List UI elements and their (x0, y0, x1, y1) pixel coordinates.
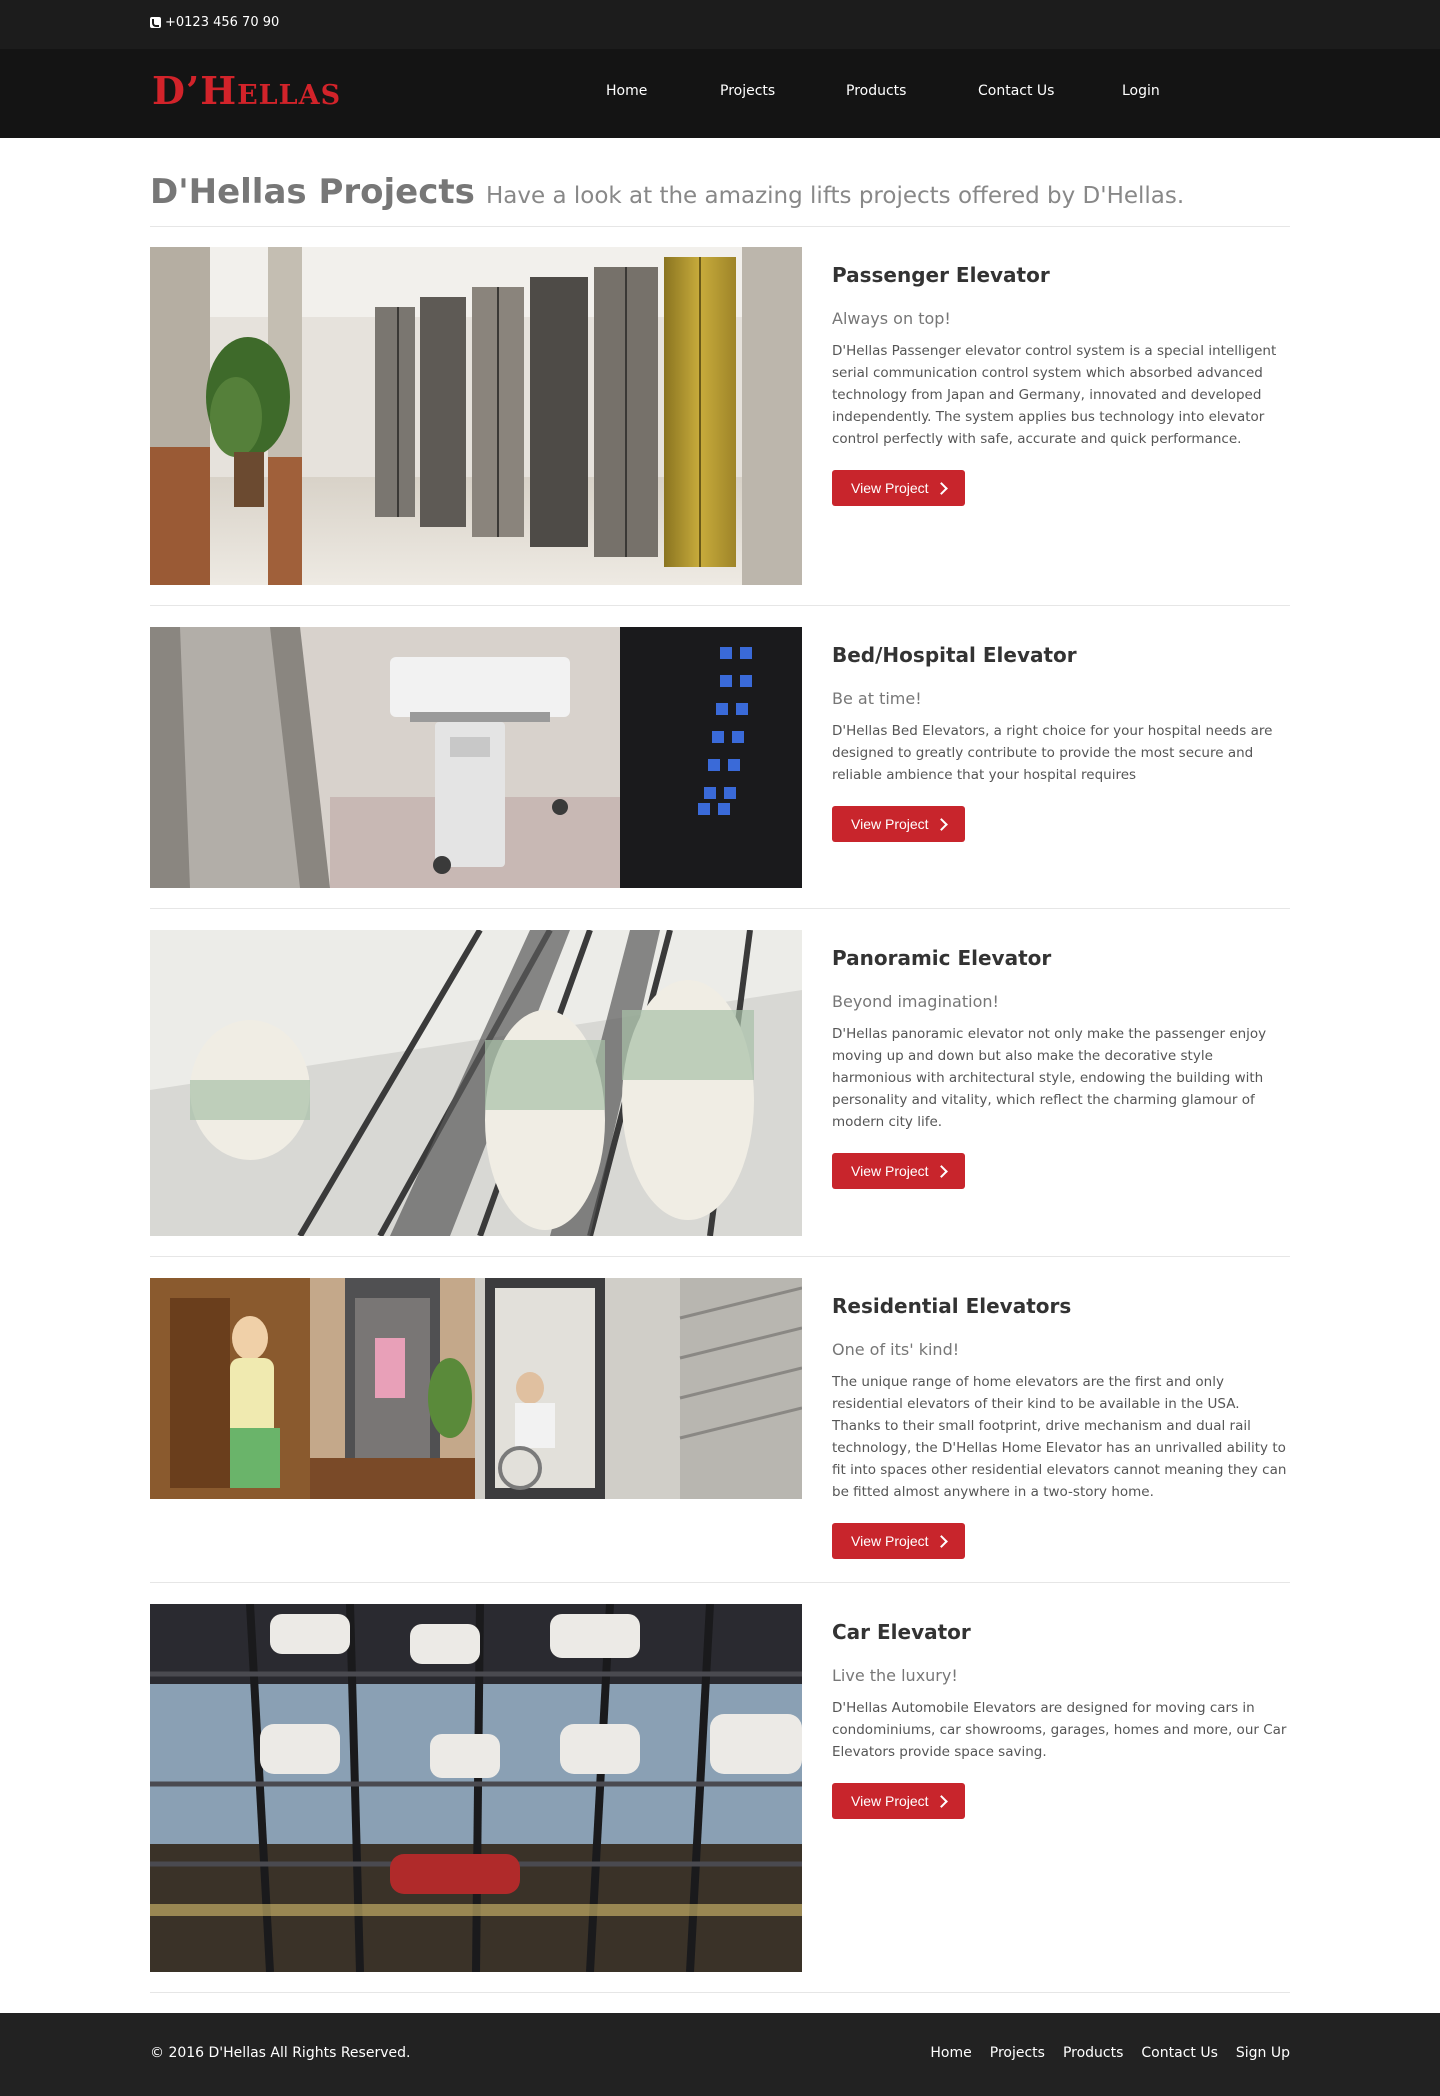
project-tagline: Be at time! (832, 689, 922, 708)
footer-nav: Home Projects Products Contact Us Sign U… (930, 2045, 1290, 2061)
bed-hospital-elevator-info: Bed/Hospital Elevator Be at time! D'Hell… (832, 643, 1290, 842)
footer-link-contact-us[interactable]: Contact Us (1141, 2045, 1217, 2061)
chevron-right-icon (934, 481, 948, 495)
project-tagline: One of its' kind! (832, 1340, 960, 1359)
divider (150, 1992, 1290, 1993)
phone-contact: +0123 456 70 90 (150, 15, 279, 30)
page-title: D'Hellas Projects (150, 172, 475, 212)
footer-link-products[interactable]: Products (1063, 2045, 1123, 2061)
project-residential-elevators: Residential Elevators One of its' kind! … (150, 1278, 1290, 1559)
view-project-button[interactable]: View Project (832, 1783, 965, 1819)
project-panoramic-elevator: Panoramic Elevator Beyond imagination! D… (150, 930, 1290, 1236)
car-elevator-info: Car Elevator Live the luxury! D'Hellas A… (832, 1620, 1290, 1819)
project-description: D'Hellas Bed Elevators, a right choice f… (832, 723, 1273, 783)
main-navbar: D ’ H ELLAS Home Projects Products Conta… (0, 49, 1440, 138)
divider (150, 226, 1290, 227)
view-project-button[interactable]: View Project (832, 1523, 965, 1559)
view-project-label: View Project (851, 480, 929, 496)
nav-projects[interactable]: Projects (720, 83, 775, 99)
bed-hospital-elevator-image (150, 627, 802, 888)
divider (150, 1256, 1290, 1257)
chevron-right-icon (934, 1534, 948, 1548)
view-project-label: View Project (851, 1533, 929, 1549)
chevron-right-icon (934, 817, 948, 831)
chevron-right-icon (934, 1164, 948, 1178)
copyright-text: © 2016 D'Hellas All Rights Reserved. (150, 2045, 411, 2061)
residential-elevators-info: Residential Elevators One of its' kind! … (832, 1294, 1290, 1559)
chevron-right-icon (934, 1794, 948, 1808)
car-elevator-image (150, 1604, 802, 1972)
view-project-button[interactable]: View Project (832, 470, 965, 506)
divider (150, 605, 1290, 606)
phone-icon (150, 17, 161, 28)
view-project-button[interactable]: View Project (832, 1153, 965, 1189)
footer-link-projects[interactable]: Projects (990, 2045, 1045, 2061)
passenger-elevator-image (150, 247, 802, 585)
page-subtitle: Have a look at the amazing lifts project… (485, 183, 1185, 209)
footer-link-sign-up[interactable]: Sign Up (1236, 2045, 1290, 2061)
top-contact-bar: +0123 456 70 90 (0, 0, 1440, 49)
divider (150, 1582, 1290, 1583)
nav-products[interactable]: Products (846, 83, 906, 99)
nav-contact-us[interactable]: Contact Us (978, 83, 1054, 99)
project-title: Bed/Hospital Elevator (832, 643, 1077, 667)
project-passenger-elevator: Passenger Elevator Always on top! D'Hell… (150, 247, 1290, 585)
residential-elevators-image (150, 1278, 802, 1499)
project-title: Passenger Elevator (832, 263, 1050, 287)
panoramic-elevator-image (150, 930, 802, 1236)
project-tagline: Live the luxury! (832, 1666, 958, 1685)
nav-home[interactable]: Home (606, 83, 647, 99)
divider (150, 908, 1290, 909)
project-description: D'Hellas Passenger elevator control syst… (832, 343, 1277, 447)
project-description: D'Hellas Automobile Elevators are design… (832, 1700, 1287, 1760)
view-project-label: View Project (851, 1163, 929, 1179)
view-project-label: View Project (851, 816, 929, 832)
view-project-button[interactable]: View Project (832, 806, 965, 842)
project-car-elevator: Car Elevator Live the luxury! D'Hellas A… (150, 1604, 1290, 1972)
project-description: The unique range of home elevators are t… (832, 1374, 1287, 1500)
view-project-label: View Project (851, 1793, 929, 1809)
nav-menu: Home Projects Products Contact Us Login (0, 83, 1440, 103)
project-title: Panoramic Elevator (832, 946, 1052, 970)
project-bed-hospital-elevator: Bed/Hospital Elevator Be at time! D'Hell… (150, 627, 1290, 888)
nav-login[interactable]: Login (1122, 83, 1160, 99)
project-tagline: Beyond imagination! (832, 992, 999, 1011)
project-tagline: Always on top! (832, 309, 951, 328)
project-description: D'Hellas panoramic elevator not only mak… (832, 1026, 1267, 1130)
footer-link-home[interactable]: Home (930, 2045, 971, 2061)
panoramic-elevator-info: Panoramic Elevator Beyond imagination! D… (832, 946, 1290, 1189)
phone-number: +0123 456 70 90 (165, 15, 280, 30)
passenger-elevator-info: Passenger Elevator Always on top! D'Hell… (832, 263, 1290, 506)
page-header: D'Hellas Projects Have a look at the ama… (150, 172, 1290, 212)
site-footer: © 2016 D'Hellas All Rights Reserved. Hom… (0, 2013, 1440, 2096)
project-title: Residential Elevators (832, 1294, 1072, 1318)
project-title: Car Elevator (832, 1620, 971, 1644)
